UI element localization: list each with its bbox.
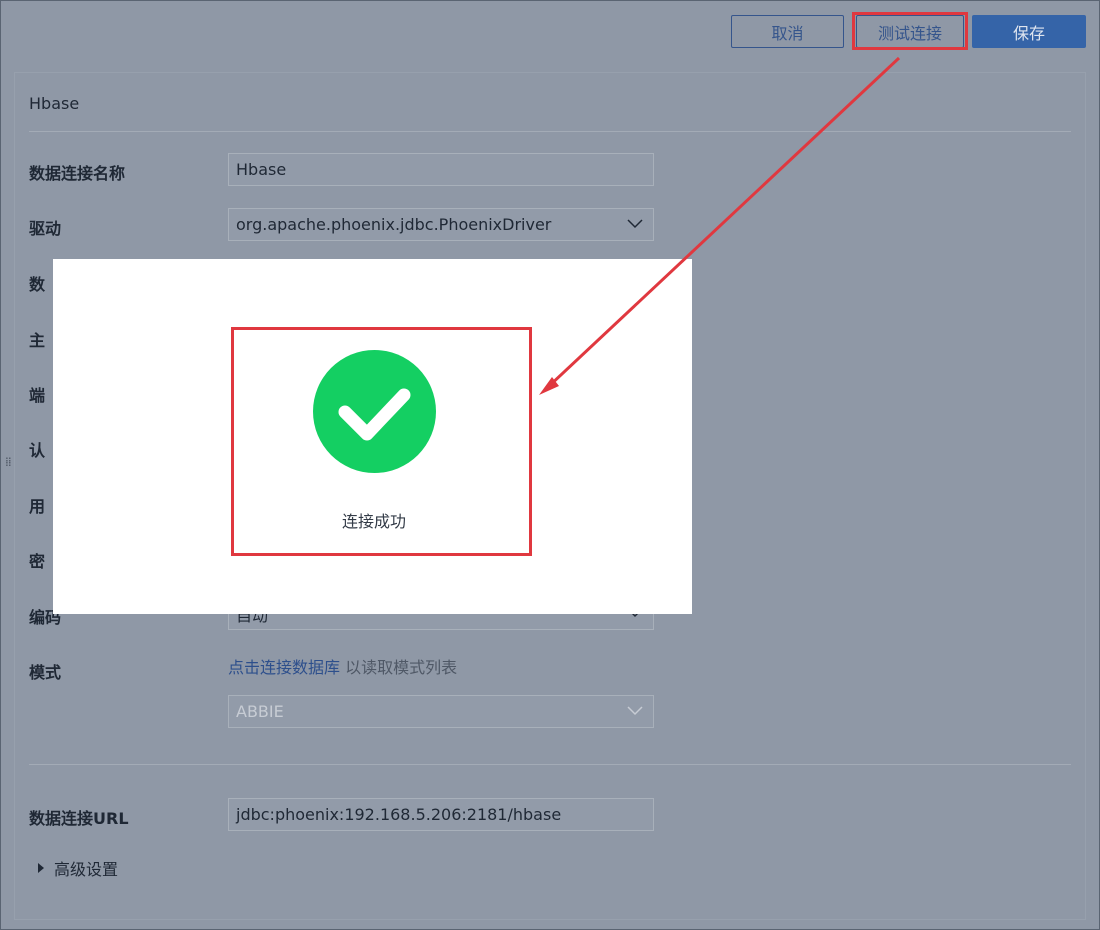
chevron-down-icon [627, 219, 643, 229]
auth-label: 认 [29, 441, 46, 460]
save-button[interactable]: 保存 [972, 15, 1086, 48]
drag-handle-icon[interactable]: ⁞⁞ [5, 455, 12, 469]
driver-select[interactable]: org.apache.phoenix.jdbc.PhoenixDriver [228, 208, 654, 241]
title-divider [29, 131, 1071, 132]
schema-hint: 点击连接数据库 以读取模式列表 [228, 654, 457, 678]
host-label: 主 [29, 331, 46, 350]
url-label: 数据连接URL [29, 809, 129, 828]
schema-label: 模式 [29, 663, 62, 682]
chevron-down-icon [627, 706, 643, 716]
driver-value: org.apache.phoenix.jdbc.PhoenixDriver [236, 215, 552, 234]
url-input[interactable]: jdbc:phoenix:192.168.5.206:2181/hbase [228, 798, 654, 831]
annotation-highlight-success [231, 327, 532, 556]
cancel-button[interactable]: 取消 [731, 15, 844, 48]
test-connection-button[interactable]: 测试连接 [856, 15, 964, 48]
schema-select[interactable]: ABBIE [228, 695, 654, 728]
connection-name-input[interactable]: Hbase [228, 153, 654, 186]
port-label: 端 [29, 386, 46, 405]
url-divider [29, 764, 1071, 765]
connect-database-link[interactable]: 点击连接数据库 [228, 658, 340, 677]
driver-label: 驱动 [29, 219, 62, 238]
caret-right-icon [38, 863, 44, 873]
panel-title: Hbase [29, 94, 80, 113]
advanced-settings-label: 高级设置 [54, 860, 119, 879]
database-label: 数 [29, 275, 46, 294]
advanced-settings-toggle[interactable]: 高级设置 [38, 856, 118, 880]
schema-hint-text: 以读取模式列表 [345, 658, 458, 677]
connection-name-label: 数据连接名称 [29, 164, 126, 183]
schema-value: ABBIE [236, 702, 284, 721]
password-label: 密 [29, 552, 46, 571]
username-label: 用 [29, 497, 46, 516]
